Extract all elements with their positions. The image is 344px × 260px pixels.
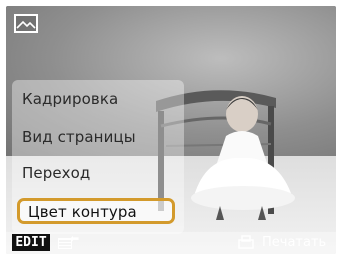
- menu-item-page-view[interactable]: Вид страницы: [22, 128, 136, 146]
- image-icon: [14, 14, 38, 33]
- menu-item-crop[interactable]: Кадрировка: [22, 90, 118, 108]
- edit-button[interactable]: EDIT: [12, 234, 50, 251]
- camera-lcd-screen: Кадрировка Вид страницы Переход Цвет кон…: [6, 6, 336, 254]
- edit-menu: Кадрировка Вид страницы Переход Цвет кон…: [12, 80, 184, 234]
- menu-item-selected-label: Цвет контура: [28, 203, 137, 221]
- print-label[interactable]: Печатать: [262, 235, 326, 250]
- menu-item-outline-color[interactable]: Цвет контура: [17, 198, 175, 224]
- print-icon[interactable]: [238, 235, 254, 250]
- menu-item-transition[interactable]: Переход: [22, 164, 90, 182]
- back-arrow-icon[interactable]: ⬅: [70, 232, 79, 245]
